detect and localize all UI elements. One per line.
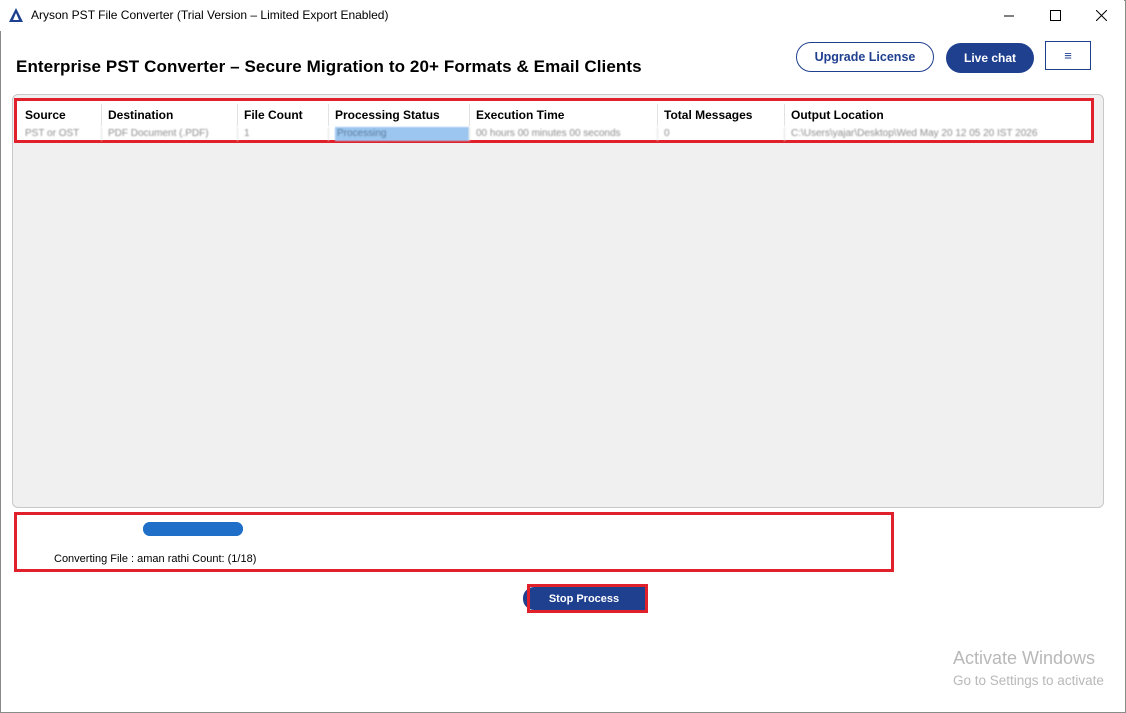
column-header-source[interactable]: Source [17, 104, 101, 126]
column-header-total-messages[interactable]: Total Messages [657, 104, 784, 126]
progress-bar [143, 522, 243, 536]
stop-button-highlight [527, 584, 648, 613]
converting-status-text: Converting File : aman rathi Count: (1/1… [54, 553, 257, 565]
activate-windows-title: Activate Windows [953, 648, 1096, 668]
maximize-icon [1049, 9, 1061, 21]
conversion-grid-panel [12, 94, 1104, 508]
page-title: Enterprise PST Converter – Secure Migrat… [16, 57, 642, 76]
column-header-processing-status[interactable]: Processing Status [328, 104, 469, 126]
status-badge: Processing [335, 127, 469, 141]
activate-windows-subtitle: Go to Settings to activate [953, 673, 1104, 688]
column-header-destination[interactable]: Destination [101, 104, 237, 126]
table-row[interactable]: PST or OST PDF Document (.PDF) 1 Process… [17, 127, 1094, 141]
aryson-logo-icon [9, 8, 23, 22]
menu-button[interactable]: ≡ [1045, 41, 1091, 70]
cell-total-messages: 0 [657, 127, 784, 141]
grid-header-row: Source Destination File Count Processing… [17, 104, 1094, 126]
minimize-icon [1003, 15, 1014, 16]
close-button[interactable] [1078, 0, 1124, 30]
maximize-button[interactable] [1032, 0, 1078, 30]
column-header-output-location[interactable]: Output Location [784, 104, 1094, 126]
cell-destination: PDF Document (.PDF) [101, 127, 237, 141]
column-header-execution-time[interactable]: Execution Time [469, 104, 657, 126]
progress-bar-fill [143, 522, 243, 536]
column-header-file-count[interactable]: File Count [237, 104, 328, 126]
cell-output-location: C:\Users\yajar\Desktop\Wed May 20 12 05 … [784, 127, 1094, 141]
upgrade-license-button[interactable]: Upgrade License [796, 42, 934, 72]
cell-processing-status: Processing [328, 127, 469, 141]
live-chat-button[interactable]: Live chat [946, 43, 1034, 73]
cell-file-count: 1 [237, 127, 328, 141]
cell-source: PST or OST [25, 128, 80, 139]
minimize-button[interactable] [986, 0, 1032, 30]
title-bar[interactable]: Aryson PST File Converter (Trial Version… [0, 0, 1124, 31]
hamburger-menu-icon: ≡ [1064, 48, 1072, 63]
close-icon [1095, 9, 1107, 21]
cell-execution-time: 00 hours 00 minutes 00 seconds [469, 127, 657, 141]
window-title: Aryson PST File Converter (Trial Version… [31, 8, 389, 22]
